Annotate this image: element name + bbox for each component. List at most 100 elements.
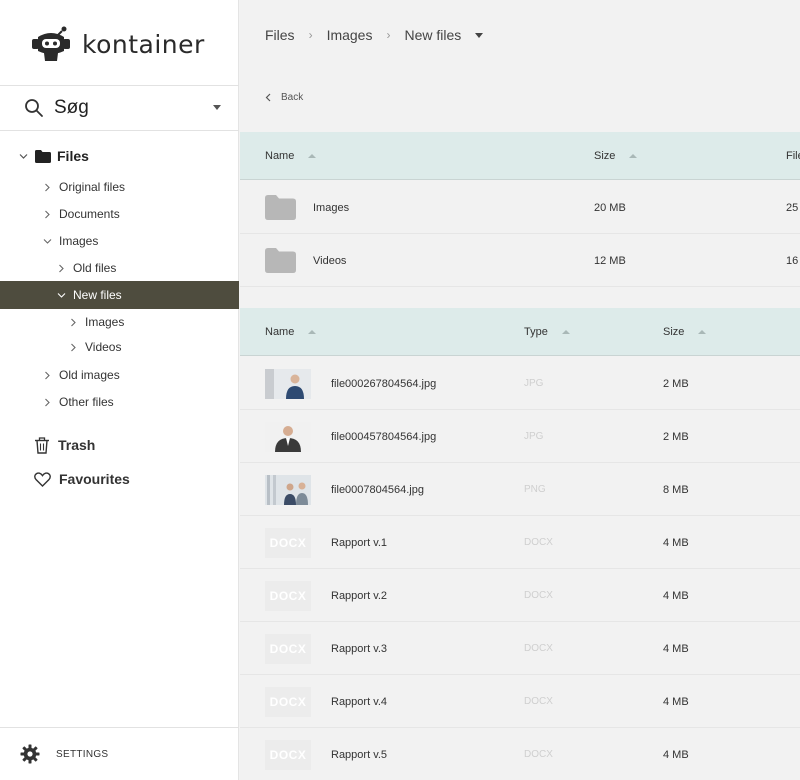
file-row[interactable]: DOCX Rapport v.1 DOCX 4 MB — [240, 516, 800, 569]
column-label: Size — [663, 326, 685, 338]
file-row[interactable]: DOCX Rapport v.2 DOCX 4 MB — [240, 569, 800, 622]
folders-column-files[interactable]: Files — [786, 132, 800, 180]
column-label: Files — [786, 150, 800, 162]
back-button[interactable]: Back — [265, 92, 303, 103]
folder-row[interactable]: Videos 12 MB 16 — [240, 234, 800, 287]
folder-icon — [265, 248, 296, 273]
files-column-type[interactable]: Type — [524, 308, 570, 356]
nav-trash[interactable]: Trash — [34, 433, 95, 457]
tree-item-old-files[interactable]: Old files — [0, 254, 239, 282]
chevron-right-icon: › — [386, 28, 391, 42]
file-name: Rapport v.1 — [331, 536, 388, 549]
breadcrumb-files[interactable]: Files — [265, 27, 295, 43]
file-name: Rapport v.5 — [331, 748, 388, 761]
logo[interactable]: kontainer — [30, 24, 205, 64]
chevron-left-icon — [265, 93, 271, 102]
file-name: Rapport v.4 — [331, 695, 388, 708]
column-label: Type — [524, 326, 548, 338]
tree-item-images[interactable]: Images — [0, 227, 239, 255]
sidebar: kontainer Søg Files Original files Docum… — [0, 0, 239, 780]
file-type: DOCX — [524, 749, 553, 760]
tree-item-old-images[interactable]: Old images — [0, 361, 239, 389]
file-row[interactable]: DOCX Rapport v.5 DOCX 4 MB — [240, 728, 800, 780]
chevron-right-icon: › — [308, 28, 313, 42]
file-row[interactable]: file000267804564.jpg JPG 2 MB — [240, 357, 800, 410]
tree-item-label: New files — [73, 288, 122, 302]
file-name: file000457804564.jpg — [331, 430, 437, 443]
file-row[interactable]: file0007804564.jpg PNG 8 MB — [240, 463, 800, 516]
search-icon — [25, 99, 43, 117]
trash-icon — [35, 436, 49, 454]
search-toggle[interactable]: Søg — [0, 86, 239, 130]
docx-thumbnail: DOCX — [265, 528, 311, 558]
tree-item-new-files[interactable]: New files — [0, 281, 239, 309]
file-thumbnail — [265, 475, 311, 505]
file-name: Rapport v.2 — [331, 589, 388, 602]
gear-icon — [20, 744, 40, 764]
tree-item-images-sub[interactable]: Images — [0, 308, 239, 336]
file-size: 4 MB — [663, 748, 689, 761]
file-size: 4 MB — [663, 536, 689, 549]
file-row[interactable]: DOCX Rapport v.4 DOCX 4 MB — [240, 675, 800, 728]
nav-trash-label: Trash — [58, 437, 96, 453]
folders-table-header: Name Size Files — [240, 132, 800, 180]
tree-item-other-files[interactable]: Other files — [0, 388, 239, 416]
image-thumbnail-icon — [265, 369, 311, 399]
heart-icon — [34, 471, 51, 487]
column-label: Name — [265, 326, 295, 338]
file-row[interactable]: file000457804564.jpg JPG 2 MB — [240, 410, 800, 463]
tree-item-videos-sub[interactable]: Videos — [0, 333, 239, 361]
tree-item-documents[interactable]: Documents — [0, 200, 239, 228]
folder-file-count: 16 — [786, 254, 799, 267]
tree-item-label: Other files — [59, 395, 114, 409]
chevron-down-icon — [56, 290, 66, 300]
logo-text: kontainer — [82, 29, 205, 59]
file-type: DOCX — [524, 590, 553, 601]
file-size: 4 MB — [663, 642, 689, 655]
image-thumbnail-icon — [265, 475, 311, 505]
tree-item-label: Images — [85, 315, 125, 329]
column-label: Size — [594, 150, 616, 162]
file-thumbnail — [265, 369, 311, 399]
sort-arrow-icon — [308, 330, 317, 334]
files-column-name[interactable]: Name — [265, 308, 317, 356]
folder-name: Videos — [313, 254, 347, 267]
breadcrumb: Files › Images › New files — [265, 24, 484, 46]
tree-item-label: Old images — [59, 368, 120, 382]
back-label: Back — [281, 92, 304, 103]
files-table-header: Name Type Size — [240, 308, 800, 356]
chevron-right-icon — [42, 370, 52, 380]
files-column-size[interactable]: Size — [663, 308, 707, 356]
docx-thumbnail: DOCX — [265, 687, 311, 717]
breadcrumb-images[interactable]: Images — [327, 27, 373, 43]
settings-label: SETTINGS — [56, 748, 109, 760]
column-label: Name — [265, 150, 295, 162]
tree-item-original-files[interactable]: Original files — [0, 173, 239, 201]
robot-logo-icon — [32, 26, 70, 61]
docx-thumbnail: DOCX — [265, 740, 311, 770]
chevron-right-icon — [56, 263, 66, 273]
file-type: PNG — [524, 484, 546, 495]
file-size: 2 MB — [663, 377, 689, 390]
breadcrumb-new-files[interactable]: New files — [404, 27, 461, 43]
file-type: DOCX — [524, 643, 553, 654]
folder-row[interactable]: Images 20 MB 25 — [240, 181, 800, 234]
settings-button[interactable]: SETTINGS — [0, 727, 239, 780]
folders-column-size[interactable]: Size — [594, 132, 638, 180]
sort-arrow-icon — [629, 154, 638, 158]
tree-item-files[interactable]: Files — [0, 142, 239, 170]
folder-size: 20 MB — [594, 201, 626, 214]
file-type: DOCX — [524, 696, 553, 707]
chevron-down-icon — [42, 236, 52, 246]
chevron-down-icon — [213, 105, 221, 110]
file-thumbnail — [265, 422, 311, 452]
folders-column-name[interactable]: Name — [265, 132, 317, 180]
file-row[interactable]: DOCX Rapport v.3 DOCX 4 MB — [240, 622, 800, 675]
file-type: DOCX — [524, 537, 553, 548]
nav-favourites[interactable]: Favourites — [34, 467, 130, 491]
chevron-right-icon — [42, 182, 52, 192]
caret-down-icon[interactable] — [475, 32, 484, 38]
divider — [0, 130, 239, 131]
main-content: Files › Images › New files Back Name Siz… — [240, 0, 800, 780]
nav-favourites-label: Favourites — [59, 471, 130, 487]
